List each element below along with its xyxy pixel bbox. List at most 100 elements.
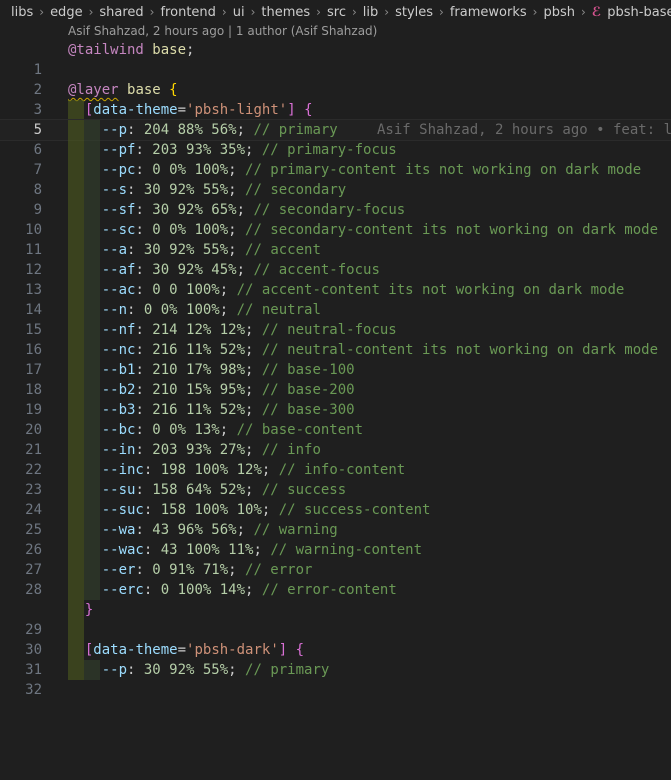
line-number: 24: [25, 502, 42, 518]
codelens-blame-header[interactable]: Asif Shahzad, 2 hours ago | 1 author (As…: [68, 24, 377, 40]
theme-properties: 5 --p: 204 88% 56%; // primary Asif Shahz…: [0, 119, 671, 600]
line-content: --pc: 0 0% 100%; // primary-content its …: [101, 162, 642, 178]
code-line[interactable]: 15 --nf: 214 12% 12%; // neutral-focus: [0, 320, 671, 340]
code-editor[interactable]: 1 @tailwind base; 2 3 @layer base { 4 [d…: [0, 40, 671, 698]
code-line[interactable]: 17 --b1: 210 17% 98%; // base-100: [0, 360, 671, 380]
code-line[interactable]: 19 --b3: 216 11% 52%; // base-300: [0, 400, 671, 420]
code-line[interactable]: 11 --a: 30 92% 55%; // accent: [0, 240, 671, 260]
css-variable-value: 43 100% 11%: [160, 542, 254, 558]
line-number: 19: [25, 402, 42, 418]
code-comment: // info: [261, 442, 321, 458]
css-variable-value: 216 11% 52%: [152, 402, 246, 418]
code-comment: // base-content: [236, 422, 364, 438]
code-line[interactable]: 4 [data-theme='pbsh-light'] {: [0, 100, 671, 138]
code-comment: // success: [261, 482, 347, 498]
breadcrumb-item-styles[interactable]: styles: [395, 5, 433, 20]
line-content: }: [84, 602, 94, 618]
code-line[interactable]: 1 @tailwind base;: [0, 40, 671, 78]
css-variable-value: 0 0% 13%: [152, 422, 220, 438]
line-number: 28: [25, 582, 42, 598]
code-line[interactable]: 3 @layer base {: [0, 80, 671, 118]
css-variable-value: 43 96% 56%: [152, 522, 237, 538]
chevron-right-icon: ›: [88, 5, 94, 19]
chevron-right-icon: ›: [384, 5, 390, 19]
css-variable-name: --sc: [101, 222, 136, 238]
inline-blame-annotation[interactable]: Asif Shahzad, 2 hours ago • feat: la: [377, 120, 671, 140]
code-comment: // primary: [253, 122, 338, 138]
css-variable-name: --wa: [101, 522, 136, 538]
line-content: --n: 0 0% 100%; // neutral: [101, 302, 321, 318]
line-number: 16: [25, 342, 42, 358]
code-line[interactable]: 32 --p: 30 92% 55%; // primary: [0, 660, 671, 698]
line-number: 10: [25, 222, 42, 238]
chevron-right-icon: ›: [532, 5, 538, 19]
code-comment: // success-content: [278, 502, 431, 518]
code-comment: // base-300: [261, 402, 355, 418]
code-line[interactable]: 27 --er: 0 91% 71%; // error: [0, 560, 671, 580]
code-line[interactable]: 26 --wac: 43 100% 11%; // warning-conten…: [0, 540, 671, 560]
css-variable-value: 204 88% 56%: [143, 122, 237, 138]
line-number: 5: [33, 122, 42, 138]
breadcrumb-item-shared[interactable]: shared: [99, 5, 143, 20]
code-line[interactable]: 28 --erc: 0 100% 14%; // error-content: [0, 580, 671, 600]
css-variable-value: 0 0% 100%: [152, 162, 229, 178]
line-content: [data-theme='pbsh-dark'] {: [84, 642, 305, 658]
line-content: --wa: 43 96% 56%; // warning: [101, 522, 338, 538]
breadcrumb-item-pbsh[interactable]: pbsh: [543, 5, 575, 20]
line-content: --in: 203 93% 27%; // info: [101, 442, 321, 458]
line-number: 11: [25, 242, 42, 258]
css-variable-name: --b1: [101, 362, 136, 378]
css-variable-name: --nc: [101, 342, 136, 358]
line-number: 17: [25, 362, 42, 378]
code-line[interactable]: 2: [0, 60, 671, 98]
code-line[interactable]: 24 --suc: 158 100% 10%; // success-conte…: [0, 500, 671, 520]
line-content: --bc: 0 0% 13%; // base-content: [101, 422, 364, 438]
breadcrumb-item-edge[interactable]: edge: [50, 5, 83, 20]
chevron-right-icon: ›: [351, 5, 357, 19]
code-comment: // primary-focus: [261, 142, 397, 158]
css-variable-value: 203 93% 27%: [152, 442, 246, 458]
breadcrumb-item-src[interactable]: src: [327, 5, 346, 20]
line-content: --b3: 216 11% 52%; // base-300: [101, 402, 355, 418]
code-line[interactable]: 6 --pf: 203 93% 35%; // primary-focus: [0, 140, 671, 160]
code-line[interactable]: 9 --sf: 30 92% 65%; // secondary-focus: [0, 200, 671, 220]
code-line[interactable]: 7 --pc: 0 0% 100%; // primary-content it…: [0, 160, 671, 180]
css-variable-name: --in: [101, 442, 136, 458]
line-content: --af: 30 92% 45%; // accent-focus: [101, 262, 380, 278]
code-line[interactable]: 30: [0, 620, 671, 658]
code-line[interactable]: 12 --af: 30 92% 45%; // accent-focus: [0, 260, 671, 280]
code-comment: // neutral-focus: [261, 322, 397, 338]
code-comment: // info-content: [278, 462, 406, 478]
breadcrumb-item-frameworks[interactable]: frameworks: [450, 5, 527, 20]
breadcrumb-item-libs[interactable]: libs: [11, 5, 33, 20]
breadcrumb-file-name[interactable]: pbsh-base.scss: [607, 5, 671, 20]
code-line[interactable]: 13 --ac: 0 0 100%; // accent-content its…: [0, 280, 671, 300]
code-line[interactable]: 14 --n: 0 0% 100%; // neutral: [0, 300, 671, 320]
line-number: 27: [25, 562, 42, 578]
code-comment: // error-content: [261, 582, 397, 598]
code-line[interactable]: 31 [data-theme='pbsh-dark'] {: [0, 640, 671, 678]
code-line[interactable]: 8 --s: 30 92% 55%; // secondary: [0, 180, 671, 200]
code-line[interactable]: 20 --bc: 0 0% 13%; // base-content: [0, 420, 671, 440]
code-line[interactable]: 10 --sc: 0 0% 100%; // secondary-content…: [0, 220, 671, 240]
code-line[interactable]: 18 --b2: 210 15% 95%; // base-200: [0, 380, 671, 400]
chevron-right-icon: ›: [250, 5, 256, 19]
breadcrumb-item-lib[interactable]: lib: [363, 5, 378, 20]
code-line[interactable]: 21 --in: 203 93% 27%; // info: [0, 440, 671, 460]
breadcrumb-item-themes[interactable]: themes: [261, 5, 310, 20]
code-line[interactable]: 25 --wa: 43 96% 56%; // warning: [0, 520, 671, 540]
code-line[interactable]: 16 --nc: 216 11% 52%; // neutral-content…: [0, 340, 671, 360]
line-number: 12: [25, 262, 42, 278]
breadcrumb-item-ui[interactable]: ui: [233, 5, 245, 20]
breadcrumb-item-frontend[interactable]: frontend: [160, 5, 215, 20]
code-comment: // secondary-content its not working on …: [245, 222, 659, 238]
css-variable-value: 0 100% 14%: [160, 582, 246, 598]
css-variable-value: 30 92% 65%: [152, 202, 237, 218]
line-number: 6: [33, 142, 42, 158]
code-line[interactable]: 22 --inc: 198 100% 12%; // info-content: [0, 460, 671, 480]
css-variable-name: --su: [101, 482, 136, 498]
code-line[interactable]: 29 }: [0, 600, 671, 638]
code-line[interactable]: 5 --p: 204 88% 56%; // primary Asif Shahz…: [0, 119, 671, 141]
line-number: 25: [25, 522, 42, 538]
code-line[interactable]: 23 --su: 158 64% 52%; // success: [0, 480, 671, 500]
